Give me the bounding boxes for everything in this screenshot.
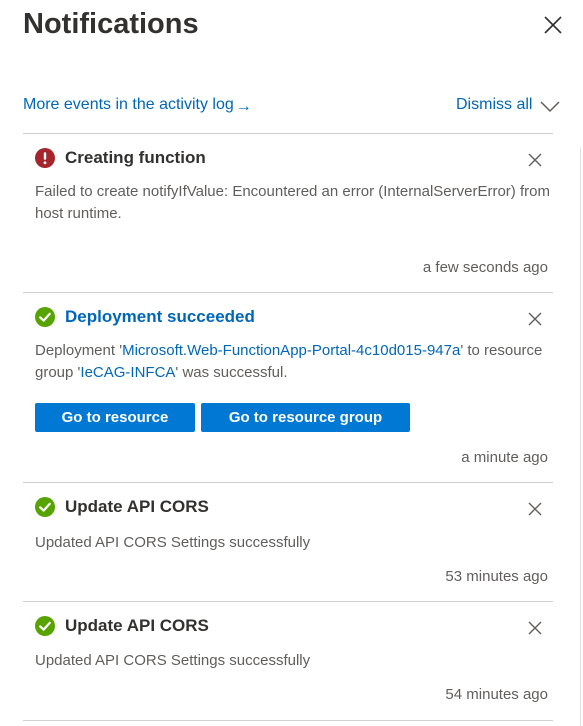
- resource-group-link[interactable]: IeCAG-INFCA: [80, 364, 175, 381]
- notification-message: Updated API CORS Settings successfully: [35, 652, 311, 669]
- notification-card-deployment-succeeded: Deployment succeeded Deployment 'Microso…: [23, 293, 553, 483]
- chevron-down-icon[interactable]: [539, 98, 561, 114]
- notification-timestamp: 53 minutes ago: [445, 568, 548, 585]
- activity-log-link[interactable]: More events in the activity log →: [23, 96, 252, 116]
- notification-message: Updated API CORS Settings successfully: [35, 534, 311, 551]
- close-panel-button[interactable]: [538, 10, 568, 40]
- error-icon: [35, 148, 55, 168]
- success-check-icon: [35, 616, 55, 636]
- notification-timestamp: 54 minutes ago: [445, 686, 548, 703]
- dismiss-notification-button[interactable]: [525, 150, 545, 170]
- deployment-name-link[interactable]: Microsoft.Web-FunctionApp-Portal-4c10d01…: [122, 342, 460, 359]
- notification-title-link[interactable]: Deployment succeeded: [65, 307, 255, 327]
- go-to-resource-button[interactable]: Go to resource: [35, 403, 195, 432]
- dismiss-notification-button[interactable]: [525, 618, 545, 638]
- notification-title: Update API CORS: [65, 616, 209, 635]
- notification-message: Deployment 'Microsoft.Web-FunctionApp-Po…: [35, 340, 550, 384]
- notification-card-update-api-cors: Update API CORS Updated API CORS Setting…: [23, 602, 553, 721]
- notification-card-creating-function: Creating function Failed to create notif…: [23, 134, 553, 293]
- close-icon: [528, 312, 542, 326]
- panel-divider: [580, 148, 581, 726]
- notification-message: Failed to create notifyIfValue: Encounte…: [35, 183, 550, 222]
- notification-header: Update API CORS: [35, 616, 209, 636]
- message-suffix: ' was successful.: [175, 364, 288, 381]
- activity-log-link-label: More events in the activity log: [23, 96, 234, 113]
- success-check-icon: [35, 307, 55, 327]
- go-to-resource-group-button[interactable]: Go to resource group: [201, 403, 410, 432]
- dismiss-notification-button[interactable]: [525, 499, 545, 519]
- notifications-panel: Notifications More events in the activit…: [0, 0, 583, 726]
- arrow-right-icon: →: [235, 98, 252, 115]
- message-prefix: Deployment ': [35, 342, 123, 359]
- close-icon: [528, 153, 542, 167]
- notification-timestamp: a minute ago: [461, 449, 548, 466]
- notification-header: Deployment succeeded: [35, 307, 255, 327]
- notification-header: Update API CORS: [35, 497, 209, 517]
- dismiss-all-button[interactable]: Dismiss all: [456, 96, 532, 114]
- notification-card-update-api-cors: Update API CORS Updated API CORS Setting…: [23, 483, 553, 602]
- notification-title: Creating function: [65, 148, 206, 167]
- success-check-icon: [35, 497, 55, 517]
- notification-header: Creating function: [35, 148, 206, 168]
- notification-title: Update API CORS: [65, 497, 209, 516]
- close-icon: [528, 502, 542, 516]
- notification-actions: Go to resource Go to resource group: [35, 403, 410, 432]
- notification-timestamp: a few seconds ago: [422, 259, 548, 276]
- notification-list: Creating function Failed to create notif…: [23, 133, 553, 721]
- panel-title: Notifications: [23, 8, 199, 40]
- close-icon: [528, 621, 542, 635]
- notifications-toolbar: More events in the activity log → Dismiss…: [23, 94, 563, 120]
- close-icon: [544, 16, 562, 34]
- dismiss-notification-button[interactable]: [525, 309, 545, 329]
